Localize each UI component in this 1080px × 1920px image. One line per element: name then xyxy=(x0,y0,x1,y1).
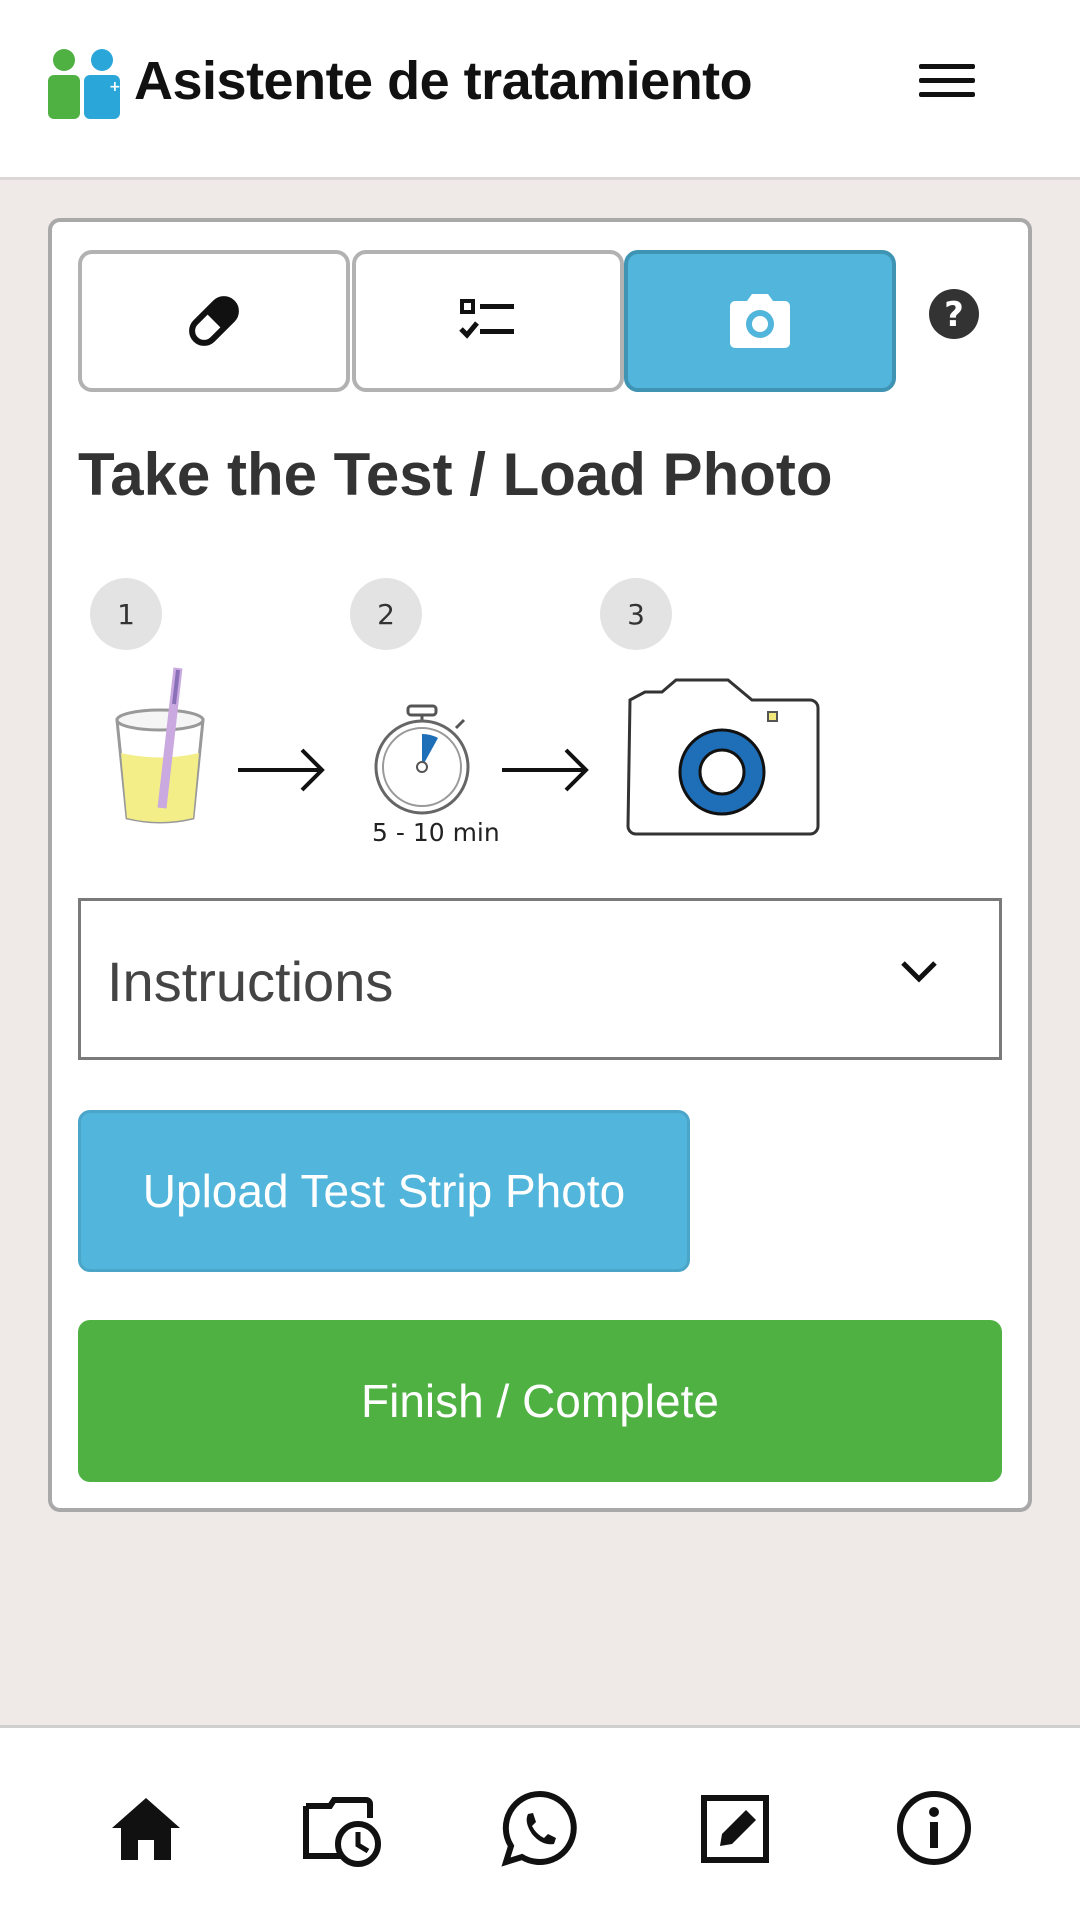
edit-icon[interactable] xyxy=(696,1788,776,1868)
people-plus-logo: + xyxy=(48,49,121,119)
tab-checklist[interactable] xyxy=(352,250,624,392)
instructions-label: Instructions xyxy=(107,950,394,1013)
stopwatch-icon xyxy=(374,704,470,815)
app-header: + Asistente de tratamiento xyxy=(0,0,1080,180)
svg-text:?: ? xyxy=(944,295,964,335)
camera-illustration-icon xyxy=(626,678,820,836)
chevron-down-icon xyxy=(901,961,937,983)
cup-with-strip-icon xyxy=(115,667,205,824)
tab-medication[interactable] xyxy=(78,250,350,392)
home-icon[interactable] xyxy=(106,1788,186,1868)
question-circle-icon[interactable]: ? xyxy=(928,288,980,340)
camera-icon xyxy=(730,294,790,348)
svg-text:+: + xyxy=(109,79,121,95)
calendar-clock-icon[interactable] xyxy=(302,1788,382,1868)
step-number-3: 3 xyxy=(600,578,672,650)
timer-duration-label: 5 - 10 min xyxy=(372,818,500,847)
pill-icon xyxy=(189,296,239,346)
bottom-nav xyxy=(0,1725,1080,1920)
instructions-dropdown[interactable]: Instructions xyxy=(78,898,1002,1060)
app-title: Asistente de tratamiento xyxy=(134,51,753,111)
step-number-2: 2 xyxy=(350,578,422,650)
arrow-icon xyxy=(502,748,589,792)
main-card xyxy=(48,218,1032,1512)
hamburger-menu-icon[interactable] xyxy=(912,56,982,112)
info-icon[interactable] xyxy=(894,1788,974,1868)
arrow-icon xyxy=(238,748,325,792)
whatsapp-icon[interactable] xyxy=(500,1788,580,1868)
section-title: Take the Test / Load Photo xyxy=(78,441,833,508)
upload-photo-button[interactable]: Upload Test Strip Photo xyxy=(78,1110,690,1272)
step-number-1: 1 xyxy=(90,578,162,650)
tab-photo[interactable] xyxy=(624,250,896,392)
checklist-icon xyxy=(459,299,514,339)
finish-button[interactable]: Finish / Complete xyxy=(78,1320,1002,1482)
